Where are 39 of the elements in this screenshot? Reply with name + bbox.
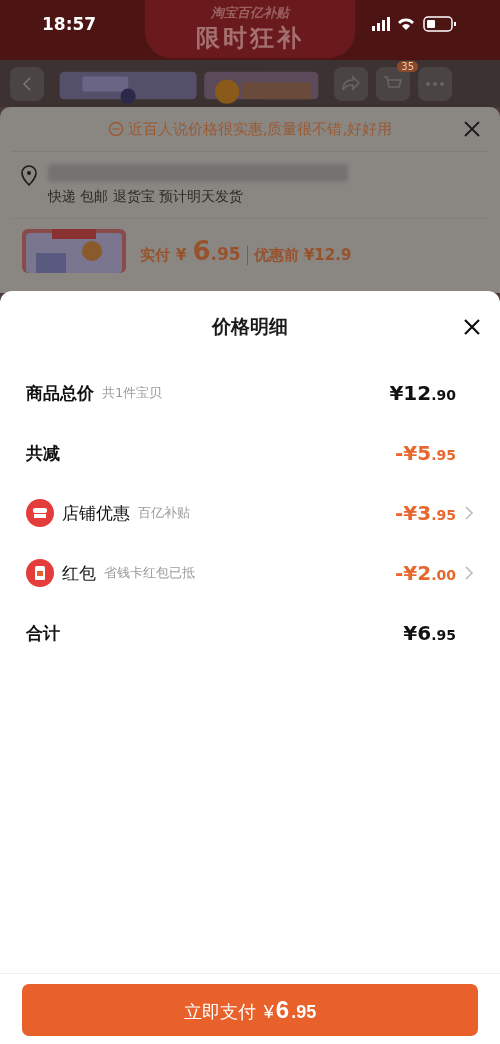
original-price: 优惠前 ¥12.9 — [246, 246, 352, 265]
back-button[interactable] — [10, 66, 44, 101]
store-icon — [26, 499, 54, 527]
price-label: 红包 — [62, 561, 96, 585]
sheet-title: 价格明细 — [212, 314, 288, 339]
chevron-right-icon — [464, 505, 474, 521]
price-label: 共减 — [26, 441, 60, 465]
price-note: 百亿补贴 — [138, 504, 190, 522]
price-amount: -¥2.00 — [395, 561, 456, 585]
price-amount: -¥5.95 — [395, 441, 456, 465]
banner-title: 限时狂补 — [196, 23, 304, 54]
more-icon — [425, 80, 445, 87]
chevron-right-icon — [464, 565, 474, 581]
price-amount: -¥3.95 — [395, 501, 456, 525]
price-amount: ¥6.95 — [403, 621, 456, 645]
paid-price: 6.95 — [192, 236, 241, 266]
pay-now-button[interactable]: 立即支付 ¥6.95 — [22, 984, 478, 1036]
close-button[interactable] — [462, 317, 482, 337]
banner-subtitle: 淘宝百亿补贴 — [211, 4, 289, 22]
shipping-info: 快递 包邮 退货宝 预计明天发货 — [48, 188, 245, 206]
price-note: 省钱卡红包已抵 — [104, 564, 195, 582]
review-tip: 近百人说价格很实惠,质量很不错,好好用 — [127, 119, 393, 139]
paid-label: 实付 — [140, 246, 170, 265]
price-label: 合计 — [26, 621, 60, 645]
cart-badge: 35 — [397, 60, 418, 72]
currency-sign: ¥ — [176, 246, 187, 264]
price-label: 商品总价 — [26, 381, 94, 405]
price-amount: ¥12.90 — [389, 381, 456, 405]
price-note: 共1件宝贝 — [102, 384, 163, 402]
chat-icon — [107, 121, 124, 137]
close-icon[interactable] — [464, 121, 480, 137]
location-pin-icon — [20, 164, 38, 186]
envelope-icon — [26, 559, 54, 587]
price-label: 店铺优惠 — [62, 501, 130, 525]
back-icon — [22, 75, 32, 92]
share-button[interactable] — [334, 66, 368, 101]
share-icon — [341, 74, 361, 93]
more-button[interactable] — [418, 66, 452, 101]
status-time: 18:57 — [42, 14, 97, 34]
